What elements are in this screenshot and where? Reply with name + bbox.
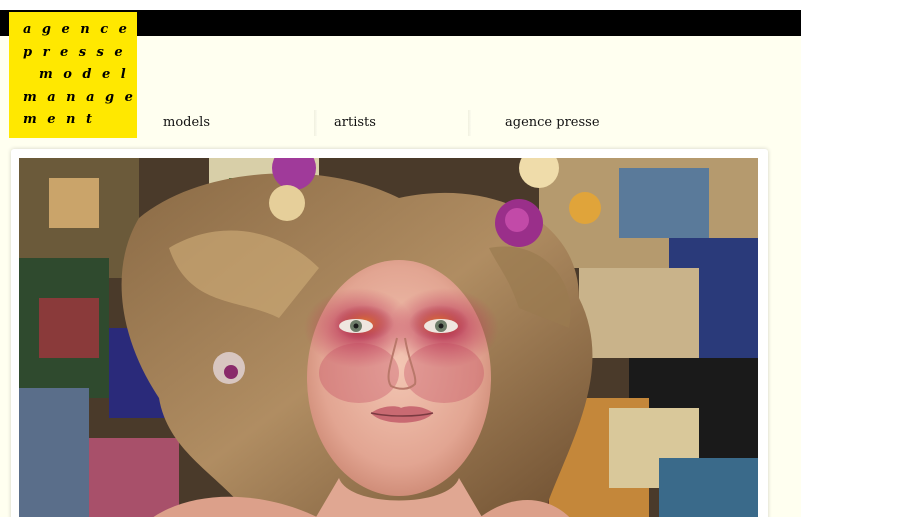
nav-item-agence-presse[interactable]: agence presse bbox=[505, 108, 600, 138]
site-container: agence presse model manage ment models a… bbox=[0, 10, 801, 517]
site-logo[interactable]: agence presse model manage ment bbox=[9, 12, 137, 138]
page: agence presse model manage ment models a… bbox=[0, 0, 919, 517]
hero-photo[interactable] bbox=[19, 158, 758, 517]
nav-divider bbox=[468, 110, 471, 136]
logo-line-2: presse bbox=[23, 44, 134, 60]
logo-line-1: agence bbox=[23, 22, 138, 37]
nav-item-models[interactable]: models bbox=[163, 108, 210, 138]
nav-divider bbox=[314, 110, 317, 136]
hero-photo-frame bbox=[11, 149, 768, 517]
logo-line-3: model bbox=[39, 67, 137, 82]
main-nav: models artists agence presse bbox=[137, 108, 801, 138]
hero-photo-image bbox=[19, 158, 758, 517]
logo-line-5: ment bbox=[23, 112, 103, 127]
nav-item-artists[interactable]: artists bbox=[334, 108, 376, 138]
logo-line-4: manage bbox=[23, 89, 144, 105]
